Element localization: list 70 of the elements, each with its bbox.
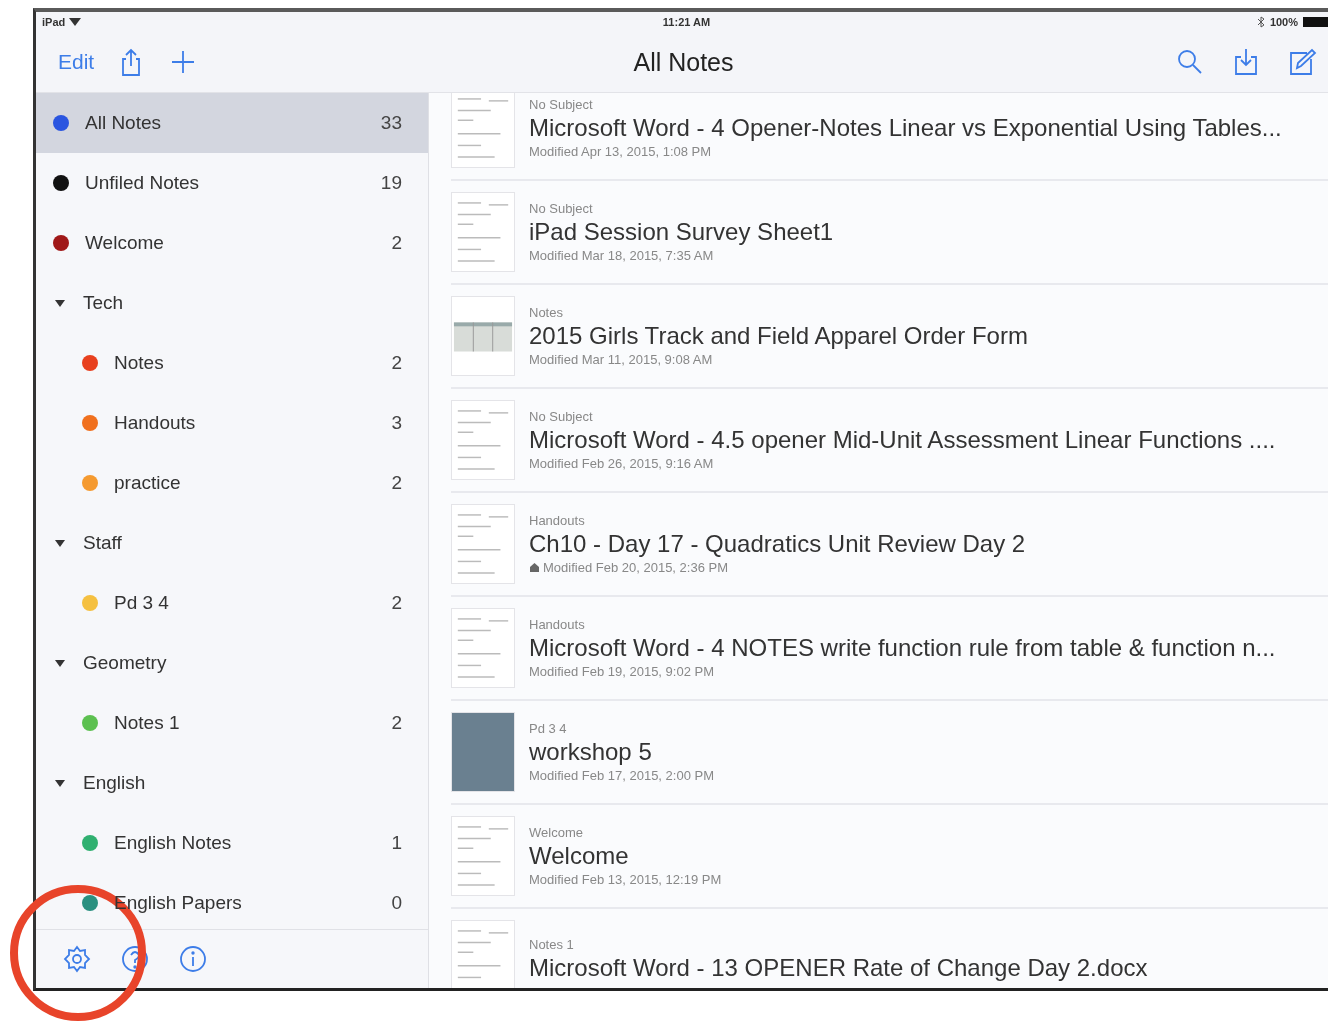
notebook-name: Welcome: [529, 825, 584, 840]
battery-icon: [1303, 17, 1328, 27]
note-title: Microsoft Word - 13 OPENER Rate of Change Day 2.docx: [529, 953, 1148, 982]
compose-icon[interactable]: [1287, 47, 1317, 77]
notebook-item[interactable]: All Notes 33: [36, 93, 428, 153]
notebook-name: Handouts: [529, 617, 586, 632]
note-row[interactable]: Handouts Microsoft Word - 4 NOTES write function rule from table & function n... Modified Feb 19, 2015, 9:02 PM: [451, 597, 1328, 701]
notebook-name: Pd 3 4: [529, 721, 568, 736]
modified-date: Modified Feb 26, 2015, 9:16 AM: [529, 456, 714, 471]
notebook-name: No Subject: [529, 201, 594, 216]
notebook-item[interactable]: Pd 3 4 2: [36, 573, 428, 633]
note-row[interactable]: Notes 1 Microsoft Word - 13 OPENER Rate of Change Day 2.docx: [451, 909, 1328, 988]
note-count: 3: [391, 412, 402, 434]
modified-date: Modified Mar 18, 2015, 7:35 AM: [529, 248, 714, 263]
battery-percent: 100%: [1269, 16, 1298, 28]
notebook-item[interactable]: Welcome 2: [36, 213, 428, 273]
nav-title: All Notes: [633, 47, 734, 77]
bluetooth-icon: [1256, 16, 1265, 28]
notebook-name: Notes 1: [529, 936, 575, 952]
status-time: 11:21 AM: [662, 16, 711, 28]
notebook-item[interactable]: Notes 1 2: [36, 693, 428, 753]
note-title: Ch10 - Day 17 - Quadratics Unit Review Day 2: [529, 530, 1026, 558]
modified-date: Modified Feb 20, 2015, 2:36 PM: [543, 560, 728, 575]
note-title: 2015 Girls Track and Field Apparel Order Form: [529, 322, 1028, 350]
note-count: 2: [391, 592, 402, 614]
note-count: 19: [380, 172, 402, 194]
note-row[interactable]: Welcome Welcome Modified Feb 13, 2015, 12:19 PM: [451, 805, 1328, 909]
edit-button[interactable]: Edit: [58, 50, 95, 74]
note-title: workshop 5: [529, 738, 653, 766]
note-row[interactable]: Notes 2015 Girls Track and Field Apparel Order Form Modified Mar 11, 2015, 9:08 AM: [451, 285, 1328, 389]
modified-date: Modified Feb 17, 2015, 2:00 PM: [529, 768, 714, 783]
modified-date: Modified Feb 19, 2015, 9:02 PM: [529, 664, 714, 679]
info-icon[interactable]: [178, 944, 208, 974]
notebook-item[interactable]: Notes 2: [36, 333, 428, 393]
notebook-name: Handouts: [529, 513, 586, 528]
modified-date: Modified Apr 13, 2015, 1:08 PM: [529, 144, 712, 159]
help-icon[interactable]: [120, 944, 150, 974]
notebook-group[interactable]: Tech: [36, 273, 428, 333]
wifi-icon: [69, 17, 82, 27]
modified-date: Modified Feb 13, 2015, 12:19 PM: [529, 872, 722, 887]
notebook-group[interactable]: English: [36, 753, 428, 813]
notebook-group[interactable]: Staff: [36, 513, 428, 573]
notebook-item[interactable]: English Notes 1: [36, 813, 428, 873]
note-row[interactable]: Handouts Ch10 - Day 17 - Quadratics Unit Review Day 2 Modified Feb 20, 2015, 2:36 PM: [451, 493, 1328, 597]
device-name: iPad: [42, 16, 66, 28]
note-title: Microsoft Word - 4 NOTES write function rule from table & function n...: [529, 634, 1276, 662]
note-title: Welcome: [529, 842, 630, 870]
note-row[interactable]: No Subject Microsoft Word - 4.5 opener Mid-Unit Assessment Linear Functions .... Modified Feb 26, 2015, 9:16 AM: [451, 389, 1328, 493]
notebook-group[interactable]: Geometry: [36, 633, 428, 693]
note-title: Microsoft Word - 4.5 opener Mid-Unit Assessment Linear Functions ....: [529, 426, 1276, 454]
note-count: 2: [391, 352, 402, 374]
notebook-name: No Subject: [529, 97, 594, 112]
notebook-item[interactable]: practice 2: [36, 453, 428, 513]
note-count: 2: [391, 712, 402, 734]
note-count: 2: [391, 232, 402, 254]
note-row[interactable]: No Subject Microsoft Word - 4 Opener-Notes Linear vs Exponential Using Tables... Modified Apr 13, 2015, 1:08 PM: [451, 93, 1328, 181]
note-row[interactable]: Pd 3 4 workshop 5 Modified Feb 17, 2015, 2:00 PM: [451, 701, 1328, 805]
note-count: 33: [380, 112, 402, 134]
notebook-name: No Subject: [529, 409, 594, 424]
modified-date: Modified Mar 11, 2015, 9:08 AM: [529, 352, 713, 367]
notebook-item[interactable]: Handouts 3: [36, 393, 428, 453]
note-count: 0: [391, 892, 402, 914]
note-title: Microsoft Word - 4 Opener-Notes Linear vs Exponential Using Tables...: [529, 114, 1282, 142]
notebook-item[interactable]: Unfiled Notes 19: [36, 153, 428, 213]
note-count: 1: [391, 832, 402, 854]
notebook-name: Notes: [529, 305, 564, 320]
note-count: 2: [391, 472, 402, 494]
settings-icon[interactable]: [62, 944, 92, 974]
note-title: iPad Session Survey Sheet1: [529, 218, 834, 246]
note-row[interactable]: No Subject iPad Session Survey Sheet1 Modified Mar 18, 2015, 7:35 AM: [451, 181, 1328, 285]
